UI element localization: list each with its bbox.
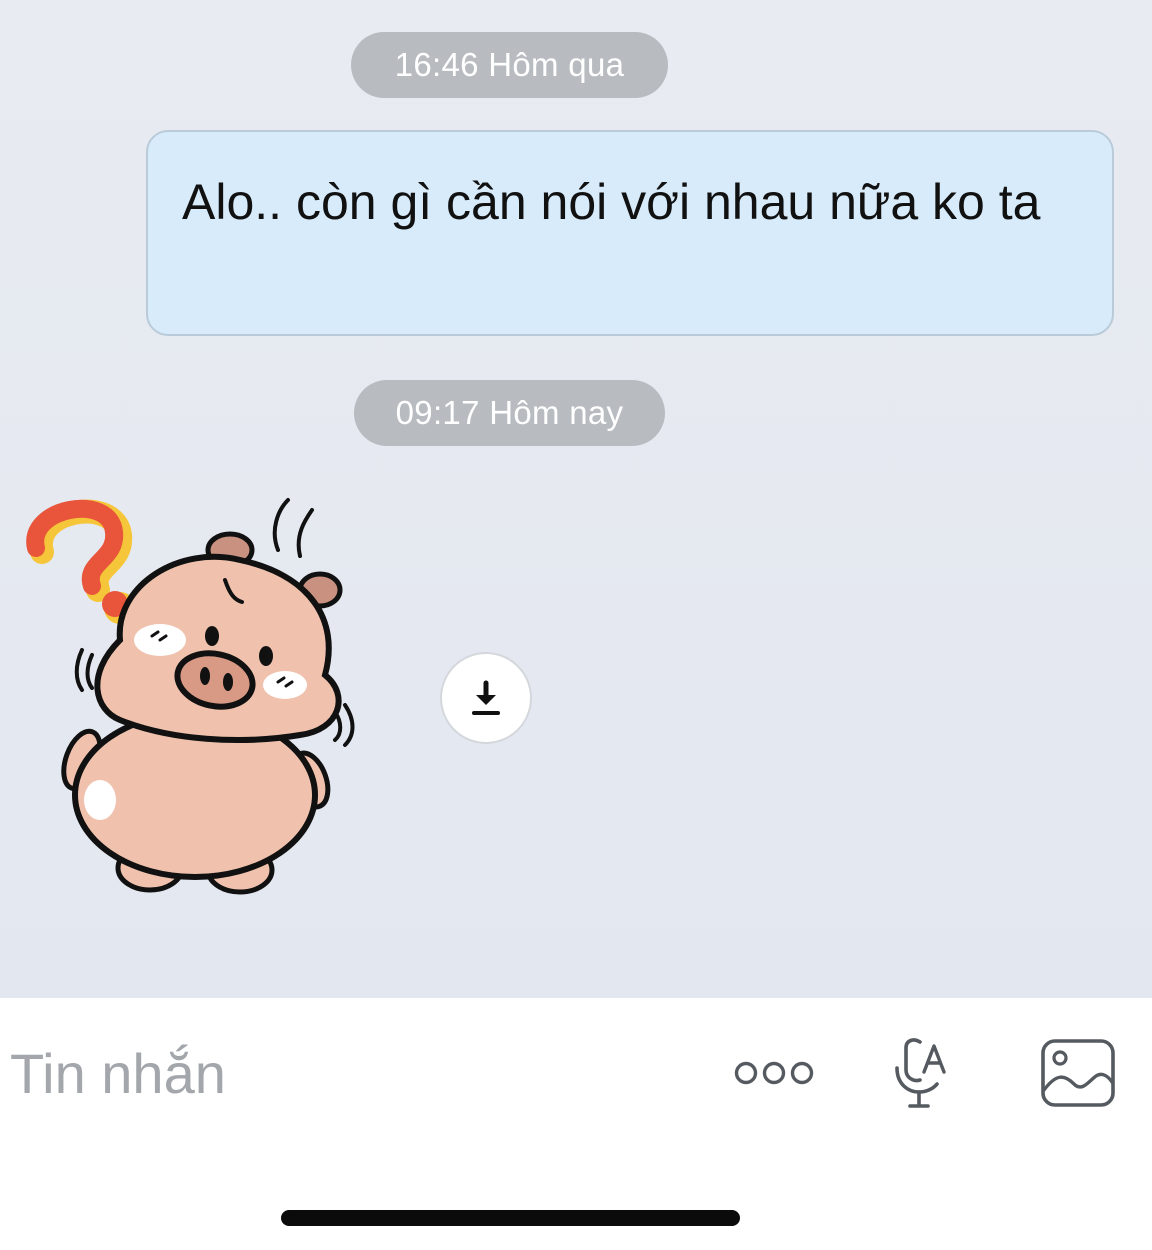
question-mark-icon (26, 499, 136, 624)
message-input[interactable] (10, 1028, 610, 1118)
outgoing-message-bubble[interactable]: Alo.. còn gì cần nói với nhau nữa ko ta (146, 130, 1114, 336)
voice-to-text-icon (895, 1038, 946, 1108)
home-indicator[interactable] (281, 1210, 740, 1226)
message-text: Alo.. còn gì cần nói với nhau nữa ko ta (182, 174, 1041, 230)
download-button[interactable] (440, 652, 532, 744)
timestamp-pill: 16:46 Hôm qua (351, 32, 668, 98)
more-dots-icon (734, 1061, 814, 1085)
voice-to-text-button[interactable] (884, 1034, 954, 1114)
composer-bar (0, 998, 1152, 1148)
image-icon (1041, 1039, 1115, 1107)
pig-question-sticker[interactable] (20, 490, 380, 900)
image-picker-button[interactable] (1036, 1034, 1120, 1112)
chat-area[interactable]: 16:46 Hôm qua Alo.. còn gì cần nói với n… (0, 0, 1152, 998)
timestamp-pill: 09:17 Hôm nay (354, 380, 665, 446)
more-options-button[interactable] (728, 1042, 820, 1104)
download-icon (472, 680, 500, 715)
